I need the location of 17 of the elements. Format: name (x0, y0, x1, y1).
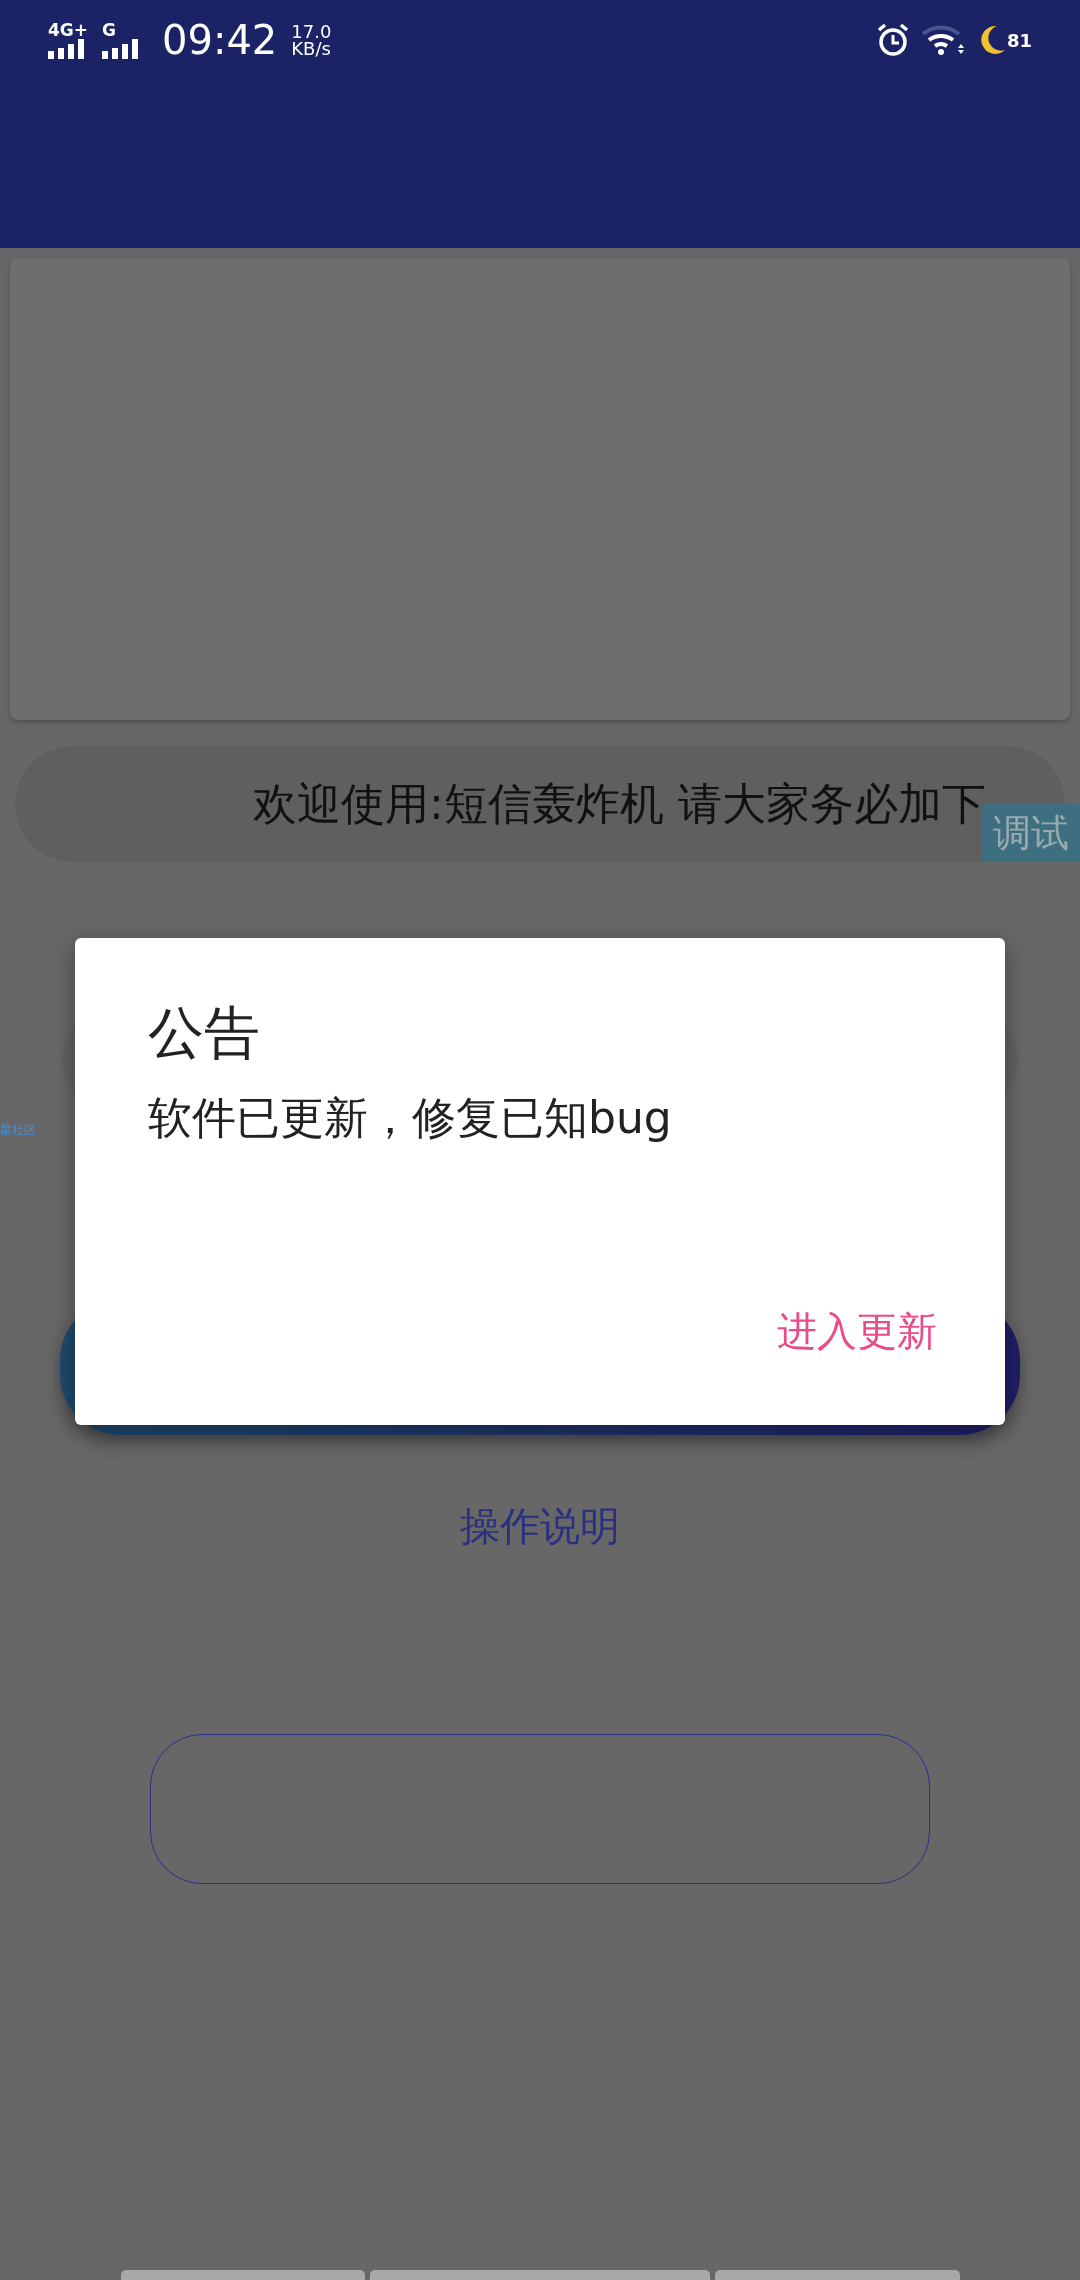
network-label: 4G+ (48, 21, 89, 39)
bottom-button[interactable] (370, 2270, 710, 2280)
instructions-link[interactable]: 操作说明 (460, 1499, 620, 1554)
battery-level: 81 (1006, 29, 1032, 51)
clock-time: 09:42 (162, 17, 278, 63)
debug-badge[interactable]: 调试 (982, 804, 1080, 862)
input-field[interactable] (150, 1734, 930, 1884)
network-speed: 17.0 (291, 23, 332, 40)
network-label: G (102, 21, 116, 39)
wifi-icon (920, 24, 967, 56)
speed-unit: KB/s (291, 40, 332, 57)
bottom-button[interactable] (121, 2270, 365, 2280)
dialog-message: 软件已更新，修复已知bug (148, 1091, 673, 1145)
dialog-title: 公告 (148, 999, 261, 1067)
bottom-button[interactable] (715, 2270, 960, 2280)
update-button[interactable]: 进入更新 (777, 1300, 937, 1363)
community-label: 星社区 (0, 1122, 36, 1139)
